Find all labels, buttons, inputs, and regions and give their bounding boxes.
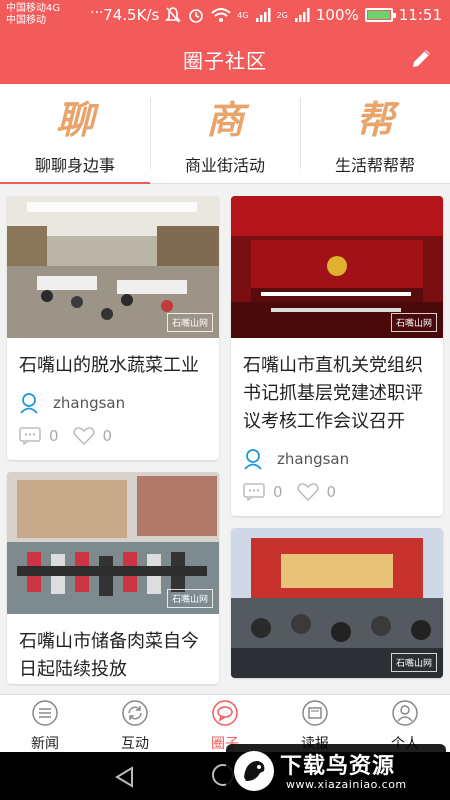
post-title: 石嘴山市储备肉菜自今日起陆续投放: [19, 631, 199, 680]
comment-count: 0: [273, 483, 283, 501]
post-meta: 0 0: [7, 414, 219, 460]
help-glyph-icon: 帮: [355, 97, 394, 142]
network-speed: 74.5K/s: [103, 6, 160, 24]
author-name: zhangsan: [53, 394, 126, 412]
post-author: zhangsan: [231, 436, 443, 470]
app-bar: 圈子社区: [0, 32, 450, 84]
network-type-4g: 4G: [237, 10, 249, 20]
user-icon: [20, 393, 38, 414]
post-photo-festival: 石嘴山网: [231, 528, 443, 678]
post-author: zhangsan: [7, 380, 219, 414]
photo-watermark: 石嘴山网: [166, 589, 213, 608]
chat-glyph-icon: 聊: [55, 97, 94, 142]
chat-bubble-icon: [212, 700, 238, 726]
photo-watermark: 石嘴山网: [390, 653, 437, 672]
feed-column-left: 石嘴山网 石嘴山的脱水蔬菜工业 zhangsan 0 0 石嘴山网 石嘴山市储备…: [7, 196, 219, 694]
alarm-icon: [189, 9, 204, 23]
post-photo-children: 石嘴山网: [7, 472, 219, 614]
tab-label: 生活帮帮帮: [334, 156, 415, 175]
more-notifications-icon: ···: [90, 5, 104, 21]
page-title: 圈子社区: [183, 49, 267, 73]
feed-column-right: 石嘴山网 石嘴山市直机关党组织书记抓基层党建述职评议考核工作会议召开 zhang…: [231, 196, 443, 690]
network-type-2g: 2G: [276, 10, 288, 20]
signal-icon-2: [294, 8, 310, 22]
post-card[interactable]: 石嘴山网 石嘴山市储备肉菜自今日起陆续投放: [7, 472, 219, 684]
watermark-url: www.xiazainiao.com: [286, 778, 407, 791]
battery-fill: [367, 11, 390, 19]
tab-business[interactable]: 商 商业街活动: [150, 84, 300, 183]
pencil-icon[interactable]: [410, 46, 434, 70]
like-count: 0: [326, 483, 337, 501]
user-icon: [244, 449, 262, 470]
tab-chat[interactable]: 聊 聊聊身边事: [0, 84, 150, 184]
nav-label: 新闻: [31, 736, 59, 752]
nav-label: 互动: [121, 736, 149, 752]
post-photo-meeting: 石嘴山网: [231, 196, 443, 338]
post-photo-library: 石嘴山网: [7, 196, 219, 338]
like-count: 0: [102, 427, 113, 445]
photo-watermark: 石嘴山网: [166, 313, 213, 332]
menu-icon: [32, 700, 58, 726]
carrier-info: 中国移动4G 中国移动: [6, 3, 60, 27]
tab-help[interactable]: 帮 生活帮帮帮: [300, 84, 450, 183]
clock: 11:51: [398, 6, 442, 24]
newspaper-icon: [302, 700, 328, 726]
nav-interact[interactable]: 互动: [90, 695, 180, 752]
post-meta: 0 0: [231, 470, 443, 516]
refresh-icon: [122, 700, 148, 726]
business-glyph-icon: 商: [205, 97, 244, 142]
photo-watermark: 石嘴山网: [390, 313, 437, 332]
heart-icon[interactable]: [73, 426, 95, 446]
signal-icon: [255, 8, 271, 22]
tab-label: 商业街活动: [184, 156, 265, 175]
bird-logo-icon: [234, 751, 274, 791]
status-indicators: 74.5K/s 4G 2G 100% 11:51: [103, 6, 442, 24]
carrier-secondary: 中国移动: [6, 15, 46, 26]
heart-icon[interactable]: [297, 482, 319, 502]
battery-percent: 100%: [315, 6, 359, 24]
post-card[interactable]: 石嘴山网 石嘴山的脱水蔬菜工业 zhangsan 0 0: [7, 196, 219, 460]
comment-icon[interactable]: [19, 427, 41, 445]
watermark-title: 下载鸟资源: [280, 754, 396, 779]
wifi-icon: [211, 8, 231, 22]
post-title: 石嘴山市直机关党组织书记抓基层党建述职评议考核工作会议召开: [243, 355, 423, 432]
category-tabs: 聊 聊聊身边事 商 商业街活动 帮 生活帮帮帮: [0, 84, 450, 184]
carrier-primary: 中国移动4G: [6, 3, 61, 14]
mute-icon: [165, 7, 182, 23]
post-card[interactable]: 石嘴山网: [231, 528, 443, 678]
status-bar: 中国移动4G 中国移动 ··· 74.5K/s 4G 2G 100% 11:51: [0, 0, 450, 32]
post-title: 石嘴山的脱水蔬菜工业: [19, 355, 199, 376]
battery-icon: [364, 8, 396, 22]
post-feed[interactable]: 石嘴山网 石嘴山的脱水蔬菜工业 zhangsan 0 0 石嘴山网 石嘴山市储备…: [0, 186, 450, 694]
comment-icon[interactable]: [243, 483, 265, 501]
author-name: zhangsan: [277, 450, 350, 468]
person-icon: [392, 700, 418, 726]
tab-label: 聊聊身边事: [34, 156, 115, 175]
nav-news[interactable]: 新闻: [0, 695, 90, 752]
post-card[interactable]: 石嘴山网 石嘴山市直机关党组织书记抓基层党建述职评议考核工作会议召开 zhang…: [231, 196, 443, 516]
comment-count: 0: [49, 427, 59, 445]
site-watermark: 下载鸟资源 www.xiazainiao.com: [226, 744, 446, 798]
back-icon[interactable]: [114, 766, 136, 788]
